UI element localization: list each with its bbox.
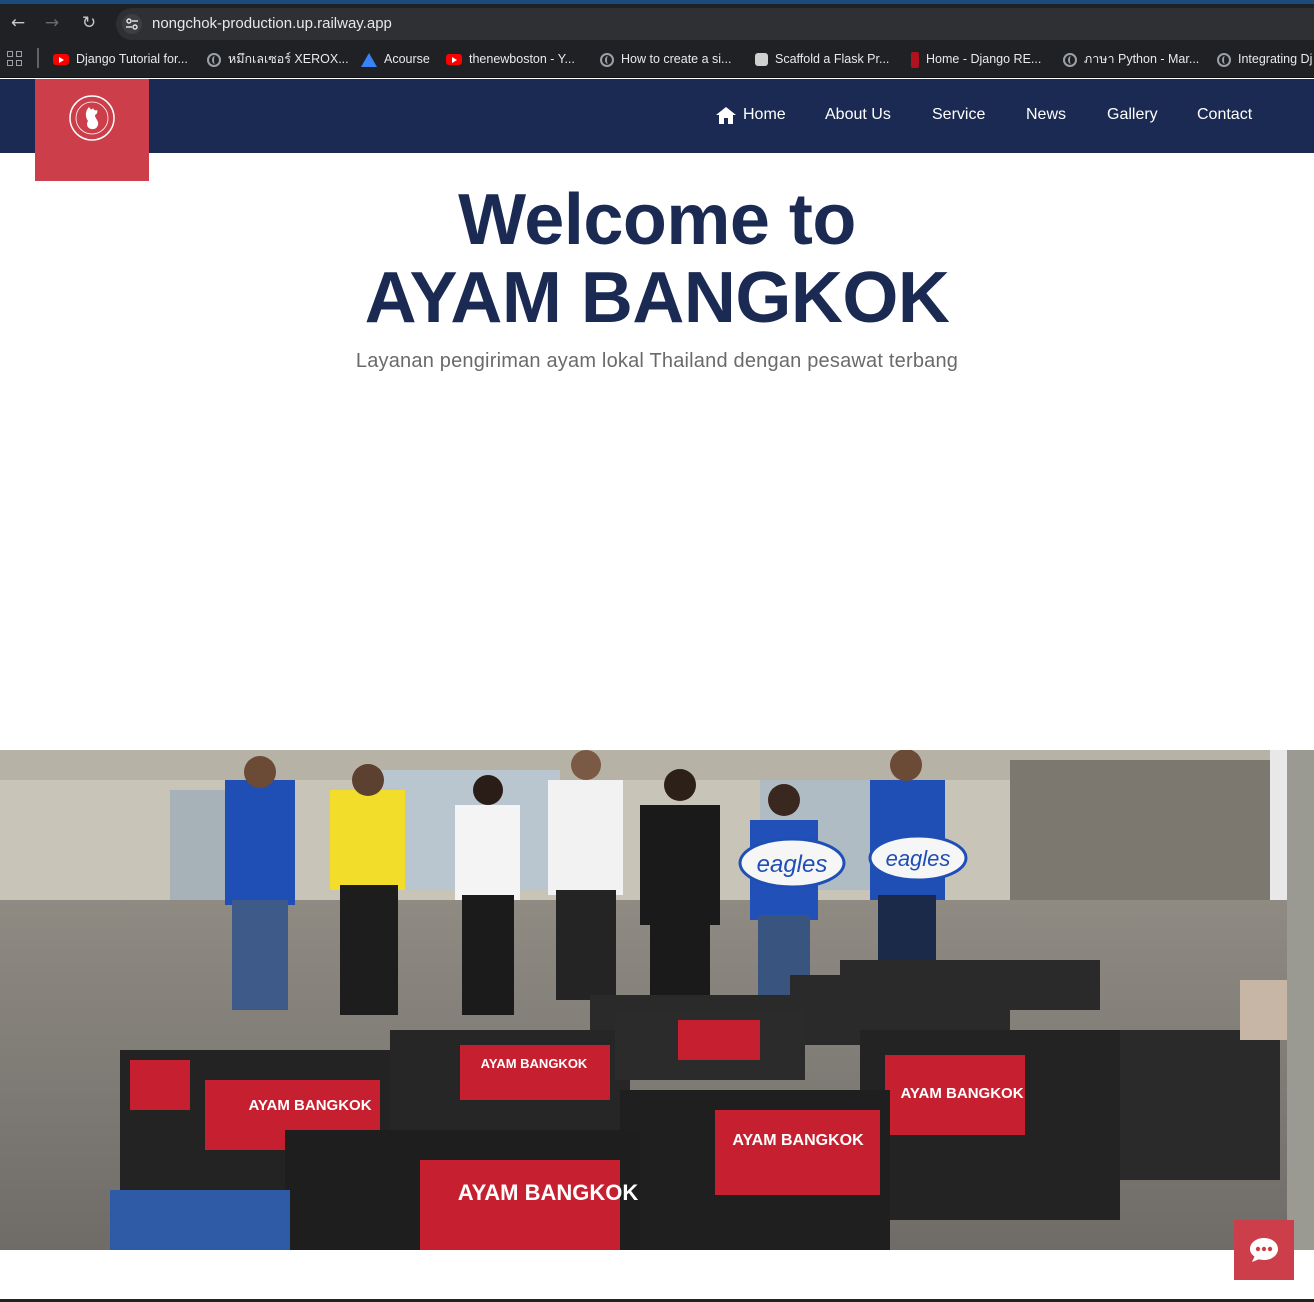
nav-gallery[interactable]: Gallery [1107,106,1158,126]
site-settings-icon[interactable] [122,14,142,34]
hero-subtitle: Layanan pengiriman ayam lokal Thailand d… [355,350,959,372]
apps-grid-icon[interactable] [7,51,23,67]
rooster-logo-icon [69,95,115,141]
globe-icon [1217,52,1231,67]
bookmark-how-to-create[interactable]: How to create a si... [600,50,731,68]
photo-right-strip [1287,750,1314,1250]
bookmark-acourse[interactable]: Acourse [361,50,430,68]
globe-icon [600,52,614,67]
nav-contact[interactable]: Contact [1197,106,1252,126]
youtube-icon [446,54,462,66]
back-arrow-icon[interactable]: ← [8,13,28,33]
browser-toolbar: ← → ↻ nongchok-production.up.railway.app [0,0,1314,40]
crate-label-left: AYAM BANGKOK [248,1097,371,1114]
reload-icon[interactable]: ↻ [79,13,99,33]
nav-news[interactable]: News [1026,106,1066,126]
crate-label-front: AYAM BANGKOK [458,1180,639,1205]
globe-icon [207,52,221,67]
eagles-sign-left: eagles [757,851,828,878]
bookmark-python-thai[interactable]: ภาษา Python - Mar... [1063,50,1199,68]
django-icon [911,51,919,68]
bookmark-django-rest[interactable]: Home - Django RE... [911,50,1041,68]
bookmark-scaffold-flask[interactable]: Scaffold a Flask Pr... [755,50,889,68]
home-icon [716,107,736,124]
crate-label-back: AYAM BANGKOK [481,1056,588,1071]
bookmarks-divider [37,48,39,68]
hero-photo: eagles eagles AYAM BANGKOK AYAM BANGKOK … [0,750,1287,1250]
nav-service[interactable]: Service [932,106,985,126]
chat-bubble-icon [1250,1238,1278,1262]
bookmark-django-tutorial[interactable]: Django Tutorial for... [53,50,188,68]
nav-home[interactable]: Home [716,106,786,126]
hero-title-line2: AYAM BANGKOK [364,258,950,338]
url-text[interactable]: nongchok-production.up.railway.app [152,15,392,32]
nav-about-us[interactable]: About Us [825,106,891,126]
eagles-sign-right: eagles [886,846,951,871]
chat-button[interactable] [1234,1220,1294,1280]
crate-label-right: AYAM BANGKOK [900,1085,1023,1102]
forward-arrow-icon[interactable]: → [42,13,62,33]
bookmarks-bar: Django Tutorial for... หมึกเลเซอร์ XEROX… [0,40,1314,78]
youtube-icon [53,54,69,66]
crate-label-middle: AYAM BANGKOK [732,1132,864,1149]
bookmark-xerox[interactable]: หมึกเลเซอร์ XEROX... [207,50,349,68]
globe-icon [1063,52,1077,67]
puzzle-icon [755,53,768,67]
site-logo[interactable] [35,79,149,181]
bookmark-integrating[interactable]: Integrating Dj [1217,50,1312,68]
acourse-icon [361,52,377,67]
address-bar[interactable]: nongchok-production.up.railway.app [116,8,1314,40]
hero-title-line1: Welcome to [458,180,856,260]
bookmark-thenewboston[interactable]: thenewboston - Y... [446,50,575,68]
